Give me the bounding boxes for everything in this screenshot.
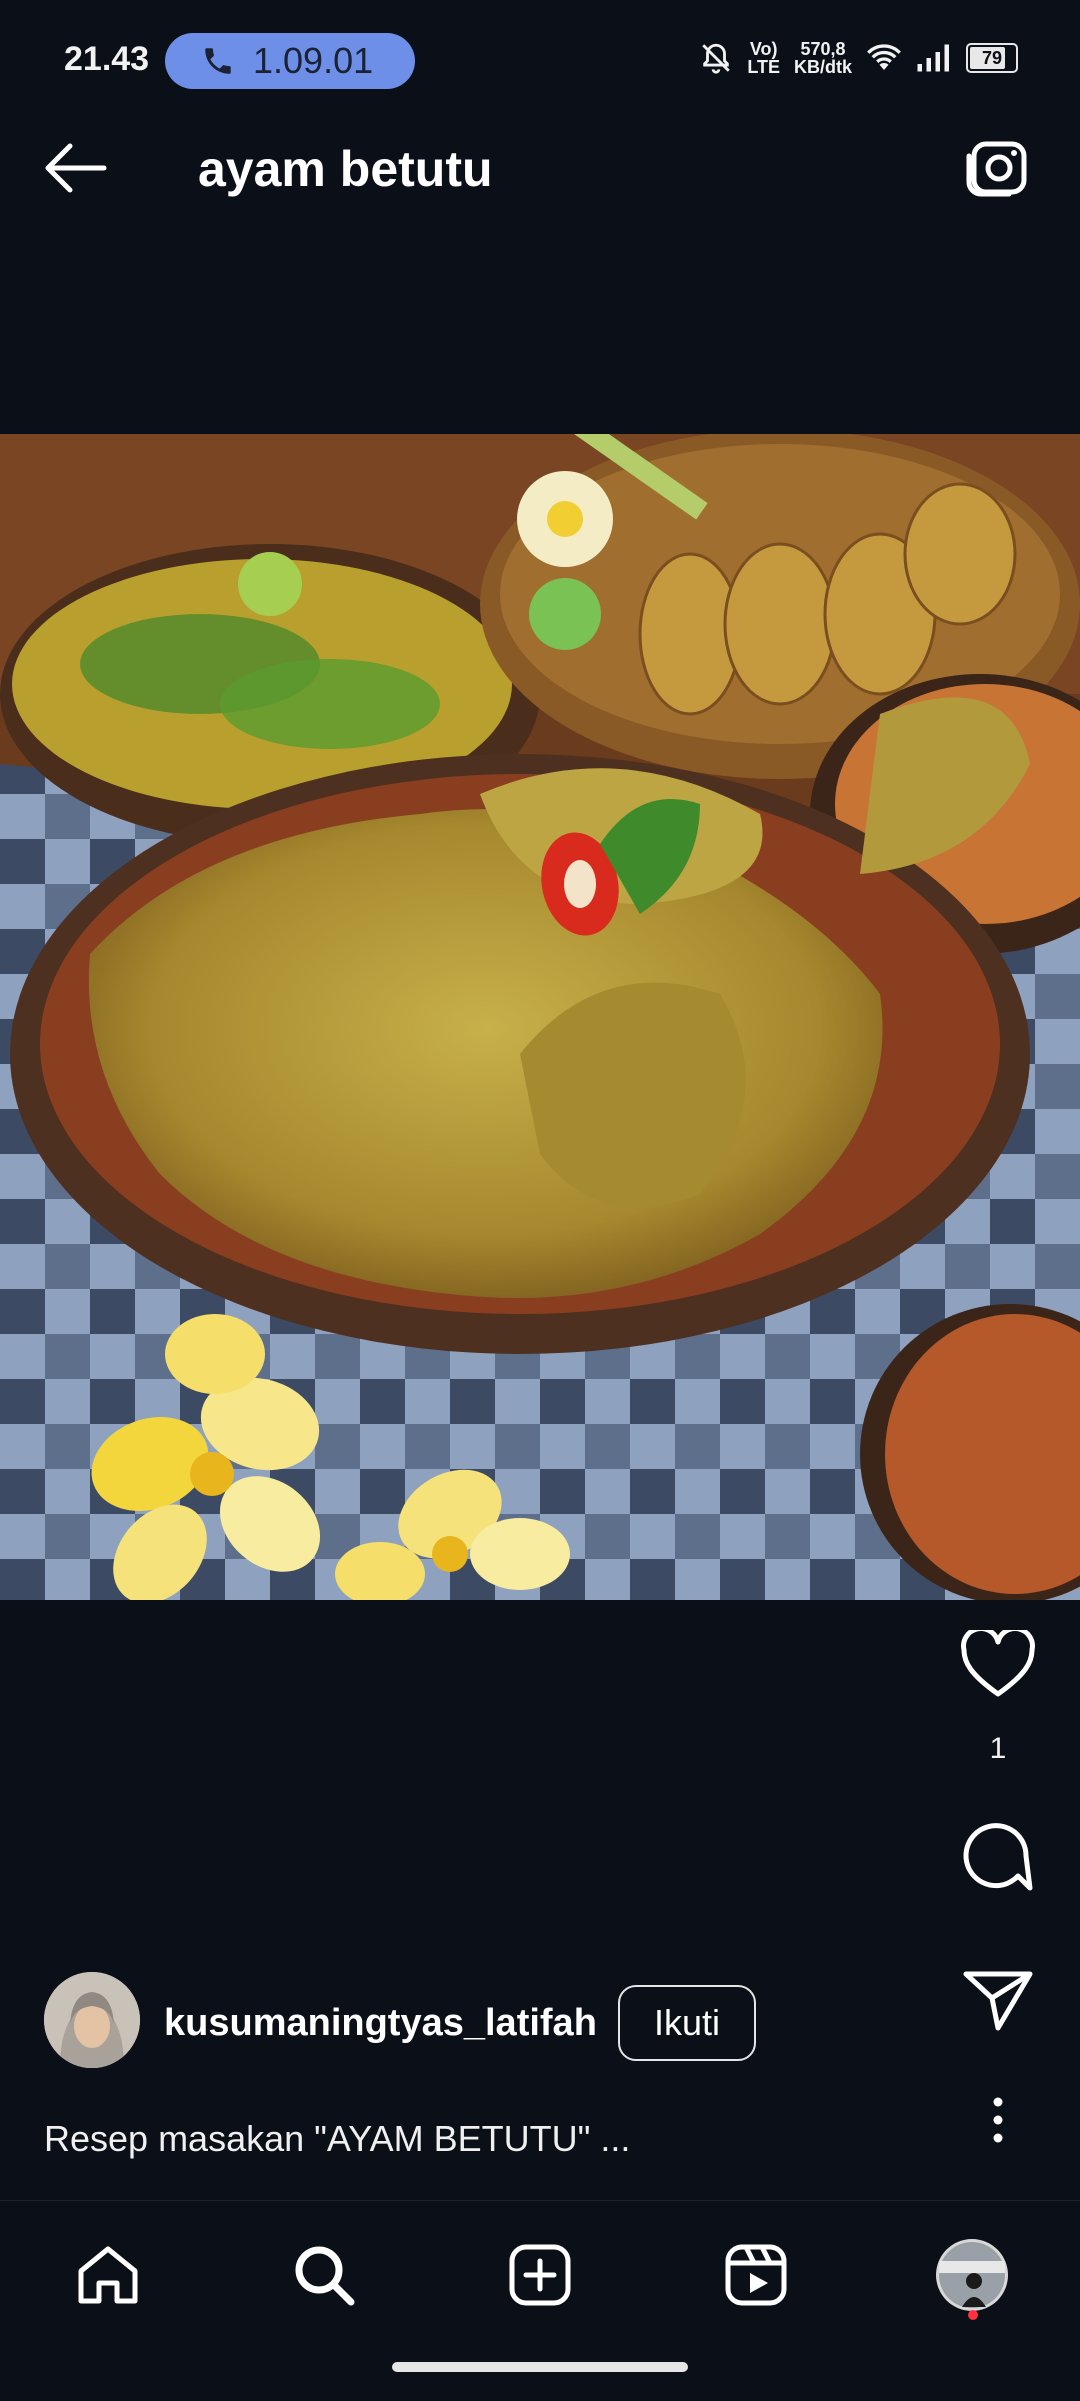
like-count[interactable]: 1 (976, 1732, 1020, 1766)
home-indicator[interactable] (392, 2362, 688, 2372)
notification-dot (968, 2310, 978, 2320)
call-timer: 1.09.01 (253, 40, 374, 81)
avatar-image (44, 1972, 140, 2068)
nav-profile[interactable] (932, 2235, 1012, 2315)
more-vertical-icon (993, 2097, 1003, 2143)
nav-reels[interactable] (716, 2235, 796, 2315)
food-photo-illustration (0, 434, 1080, 1600)
volte-indicator: Vo) LTE (747, 39, 780, 77)
author-avatar[interactable] (44, 1972, 140, 2068)
ongoing-call-pill[interactable]: 1.09.01 (165, 33, 415, 89)
camera-icon (966, 141, 1027, 197)
network-speed: 570,8 KB/dtk (794, 39, 852, 77)
status-bar: 21.43 1.09.01 Vo) LTE 570,8 KB/dtk 79 (0, 0, 1080, 92)
signal-icon (917, 44, 949, 72)
post-caption[interactable]: Resep masakan "AYAM BETUTU" ... (44, 2118, 630, 2160)
follow-button[interactable]: Ikuti (618, 1985, 756, 2061)
like-button[interactable] (956, 1630, 1040, 1700)
mute-bell-icon (702, 43, 731, 74)
heart-icon (961, 1630, 1035, 1697)
top-bar: ayam betutu (0, 92, 1080, 252)
author-username[interactable]: kusumaningtyas_latifah (164, 2002, 597, 2045)
arrow-left-icon (45, 143, 107, 193)
comment-button[interactable] (956, 1818, 1040, 1894)
back-button[interactable] (40, 140, 112, 196)
nav-create[interactable] (500, 2235, 580, 2315)
home-icon (78, 2246, 138, 2304)
search-icon (295, 2246, 355, 2306)
phone-icon (205, 48, 231, 74)
plus-square-icon (509, 2244, 571, 2306)
status-time: 21.43 (64, 40, 150, 78)
send-icon (963, 1971, 1033, 2031)
wifi-icon (867, 44, 901, 70)
battery-level: 79 (981, 47, 1003, 68)
camera-button[interactable] (964, 138, 1030, 200)
status-icons: Vo) LTE 570,8 KB/dtk 79 (699, 40, 1018, 76)
nav-home[interactable] (68, 2235, 148, 2315)
nav-search[interactable] (284, 2235, 364, 2315)
battery-indicator: 79 (966, 43, 1018, 73)
comment-icon (963, 1823, 1033, 1891)
profile-avatar-icon (936, 2239, 1008, 2311)
share-button[interactable] (956, 1968, 1040, 2032)
more-options-button[interactable] (956, 2096, 1040, 2144)
page-title: ayam betutu (198, 141, 493, 197)
reels-icon (725, 2244, 787, 2306)
post-photo[interactable] (0, 434, 1080, 1600)
